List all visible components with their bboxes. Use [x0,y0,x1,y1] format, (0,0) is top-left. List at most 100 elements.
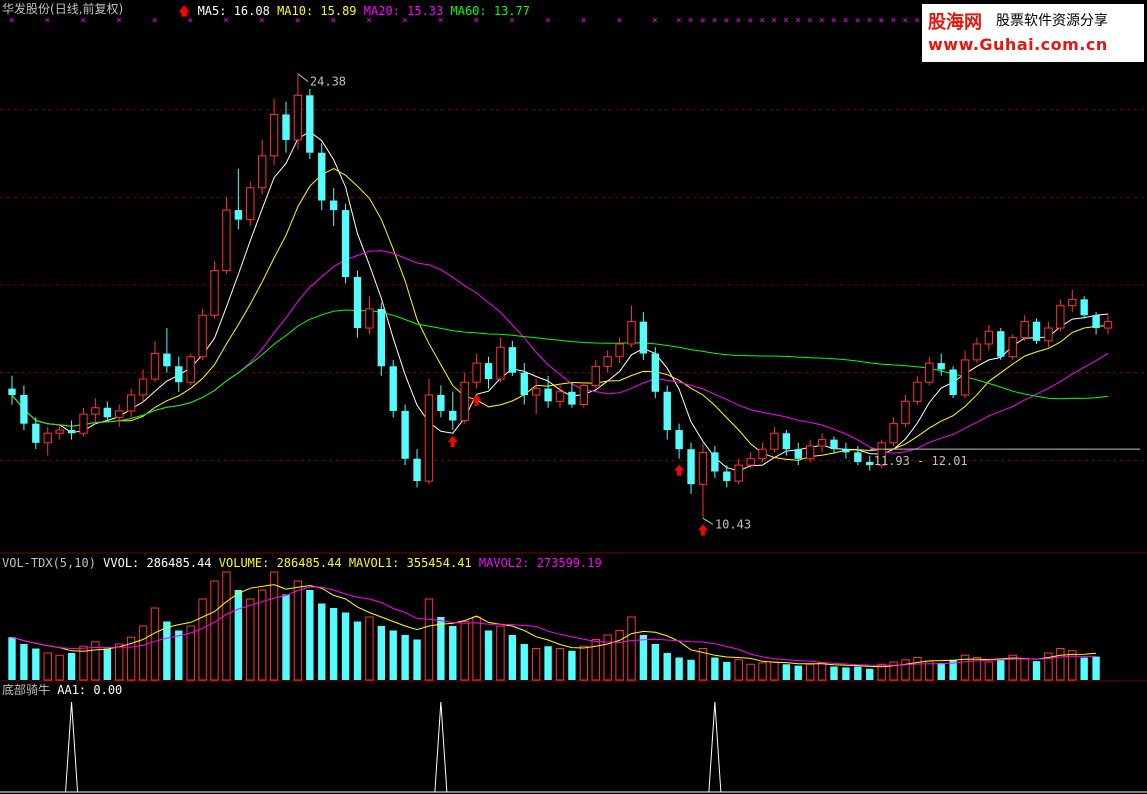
volume-bar [627,616,636,681]
volume-bar [175,630,183,680]
volume-bar [8,637,16,680]
signal-marker: × [879,16,884,26]
candle-body [437,394,445,411]
volume-bar [782,664,791,680]
volume-bar [639,635,648,680]
candle-body [150,353,160,380]
signal-marker: × [843,16,848,26]
candle-body [210,270,219,316]
low-pointer [702,517,714,525]
volume-bar [1020,657,1029,681]
candle-body [32,423,40,443]
candle-body [937,363,945,370]
candle-body [854,452,862,462]
volume-bar [937,662,945,680]
candle-body [1056,305,1065,329]
period-label: (日线,前复权) [50,2,124,16]
volume-bar [437,617,445,680]
indicator-spike [708,701,722,793]
ma5-label: MA5: 16.08 [197,4,270,18]
volume-bar [687,659,695,680]
volume-bar [32,648,40,680]
candle-body [1044,327,1053,342]
candle-body [794,449,802,459]
mavol1-label: MAVOL1: 355454.41 [348,556,472,570]
volume-bar [222,571,231,681]
volume-bar [389,630,397,680]
volume-bar [306,590,314,680]
candle-body [257,155,267,189]
candle-body [222,209,231,272]
candle-body [782,433,791,450]
candle-body [842,449,850,453]
candle-body [55,429,64,434]
candle-body [186,356,195,383]
signal-marker: × [914,16,919,26]
candle-body [758,448,767,460]
volume-bar [198,598,207,681]
chart-stage: × × × × × × × × × × × × × × × × × × × × × × × × × × × × × × × × × × × × × × × ×… [0,0,1147,794]
volume-bar [1092,656,1100,680]
range-label: 11.93 - 12.01 [874,454,968,468]
signal-marker: × [712,16,717,26]
volume-bar [842,667,850,680]
volume-bar [1080,657,1088,680]
candle-body [555,391,565,402]
volume-bar [508,635,517,680]
ma10-label: MA10: 15.89 [277,4,357,18]
candle-body [246,187,255,221]
candle-body [1008,337,1017,358]
volume-bar [544,646,552,680]
candle-body [163,353,171,367]
candle-body [675,430,683,450]
mavol2-label: MAVOL2: 273599.19 [478,556,602,570]
volume-bar [138,625,148,681]
volume-bar [472,616,481,681]
volume-bar [984,661,994,681]
vvol-label: VVOL: 286485.44 [103,556,212,570]
ma20-label: MA20: 15.33 [363,4,444,18]
candle-body [913,381,922,402]
candle-body [805,445,815,460]
indicator-value: AA1: 0.00 [57,683,123,697]
signal-marker: × [795,16,800,26]
candle-body [603,356,612,367]
candle-body [639,321,648,354]
candle-body [1080,299,1088,316]
indicator-legend: 底部骑牛 AA1: 0.00 [2,683,122,697]
candle-body [449,410,457,421]
indicator-spike [65,701,79,793]
signal-marker: × [152,16,157,26]
candle-body [413,458,421,482]
candle-body [67,430,76,434]
candle-body [972,343,982,361]
volume-bar [663,653,671,680]
signal-marker: × [736,16,741,26]
candle-body [817,439,827,447]
candle-body [424,394,434,482]
signal-marker: × [80,16,85,26]
volume-bar [150,607,160,681]
volume-bar [413,639,421,680]
volume-bar [234,590,243,680]
volume-bar [758,662,767,681]
logo-url: www.Guhai.com.cn [928,35,1108,54]
buy-arrow-icon [697,524,708,536]
volume-bar [246,598,255,681]
candle-body [520,372,528,395]
volume-bar [377,626,385,680]
volume-bar [269,571,279,681]
candle-body [377,308,385,367]
guhai-logo: 股海网 股票软件资源分享 www.Guhai.com.cn [922,4,1144,62]
volume-bar [282,594,290,680]
candle-body [318,152,326,201]
candle-body [1032,321,1041,341]
candle-body [627,321,636,345]
signal-marker: × [545,16,550,26]
signal-marker: × [700,16,705,26]
candle-body [484,363,493,380]
volume-bar [901,659,910,681]
volume-bar [20,644,28,680]
volume-bar [531,648,541,681]
candle-body [615,343,624,358]
